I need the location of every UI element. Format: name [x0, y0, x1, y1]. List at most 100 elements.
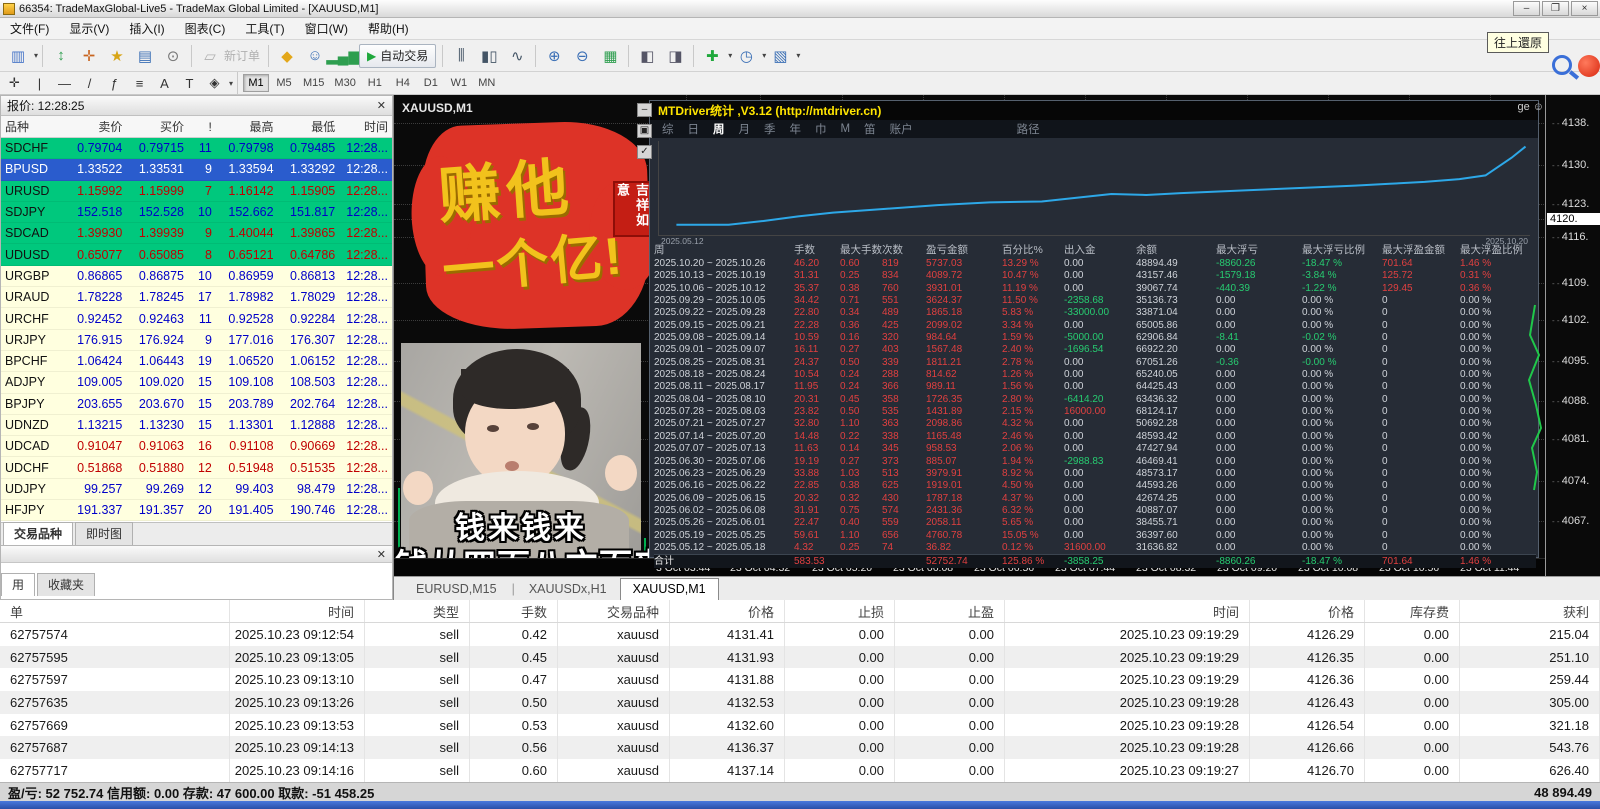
- zoom-out-icon[interactable]: ⊖: [569, 43, 595, 69]
- quote-row[interactable]: UDUSD 0.65077 0.65085 8 0.65121 0.64786 12:28.…: [1, 244, 392, 266]
- history-center-icon[interactable]: ⊙: [160, 43, 186, 69]
- add-indicator-icon[interactable]: ✚: [699, 43, 725, 69]
- menu-item-w[interactable]: 窗口(W): [295, 17, 358, 40]
- trendline-icon[interactable]: /: [78, 74, 101, 93]
- stats-row[interactable]: 2025.07.28 ~ 2025.08.03 23.82 0.50 535 1431.…: [654, 406, 1536, 418]
- timeframe-m1[interactable]: M1: [243, 74, 270, 92]
- timeframe-h4[interactable]: H4: [390, 74, 416, 92]
- timeframe-w1[interactable]: W1: [446, 74, 472, 92]
- mtdriver-tab[interactable]: 月: [739, 121, 751, 137]
- quote-row[interactable]: URJPY 176.915 176.924 9 177.016 176.307 12:28.…: [1, 329, 392, 351]
- horizontal-line-icon[interactable]: —: [53, 74, 76, 93]
- autotrade-button[interactable]: ▶ 自动交易: [359, 43, 437, 68]
- cascade-windows-icon[interactable]: ◨: [662, 43, 688, 69]
- chart-restore-button[interactable]: ▣: [637, 124, 652, 138]
- mtdriver-tab[interactable]: 日: [688, 121, 700, 137]
- quote-row[interactable]: SDCHF 0.79704 0.79715 11 0.79798 0.79485 12:28…: [1, 138, 392, 160]
- chart-tab[interactable]: EURUSD,M15: [404, 579, 509, 600]
- stats-row[interactable]: 2025.07.07 ~ 2025.07.13 11.63 0.14 345 958.5…: [654, 443, 1536, 455]
- profiles-icon[interactable]: ↕: [48, 43, 74, 69]
- timeframe-m30[interactable]: M30: [330, 74, 359, 92]
- history-row[interactable]: 62757635 2025.10.23 09:13:26 sell 0.50 xauus…: [0, 691, 1600, 714]
- timeframe-h1[interactable]: H1: [362, 74, 388, 92]
- menu-item-v[interactable]: 显示(V): [59, 17, 119, 40]
- quote-row[interactable]: URCHF 0.92452 0.92463 11 0.92528 0.92284 12:28…: [1, 308, 392, 330]
- stats-row[interactable]: 2025.06.23 ~ 2025.06.29 33.88 1.03 513 3979.…: [654, 468, 1536, 480]
- chart-minimize-button[interactable]: –: [637, 103, 652, 117]
- restore-button[interactable]: ❐: [1542, 1, 1569, 16]
- quote-row[interactable]: URAUD 1.78228 1.78245 17 1.78982 1.78029 12:28…: [1, 287, 392, 309]
- mtdriver-path-label[interactable]: 路径: [1017, 121, 1040, 137]
- history-row[interactable]: 62757574 2025.10.23 09:12:54 sell 0.42 xauus…: [0, 623, 1600, 646]
- vertical-line-icon[interactable]: |: [28, 74, 51, 93]
- add-indicator-dropdown-arrow[interactable]: ▾: [728, 51, 732, 60]
- periods-icon[interactable]: ◷: [733, 43, 759, 69]
- new-chart-dropdown-arrow[interactable]: ▾: [34, 51, 38, 60]
- history-row[interactable]: 62757717 2025.10.23 09:14:16 sell 0.60 xauus…: [0, 759, 1600, 782]
- mtdriver-tab[interactable]: 巾: [815, 121, 827, 137]
- history-row[interactable]: 62757595 2025.10.23 09:13:05 sell 0.45 xauus…: [0, 645, 1600, 669]
- data-window-icon[interactable]: ▤: [132, 43, 158, 69]
- navigator-close-icon[interactable]: ✕: [377, 548, 386, 561]
- menu-item-c[interactable]: 图表(C): [175, 17, 236, 40]
- market-watch-icon[interactable]: ★: [104, 43, 130, 69]
- stats-row[interactable]: 2025.07.21 ~ 2025.07.27 32.80 1.10 363 2098.…: [654, 418, 1536, 430]
- close-button[interactable]: ×: [1571, 1, 1598, 16]
- market-watch-tab[interactable]: 交易品种: [3, 522, 74, 545]
- navigator-tab[interactable]: 用: [1, 573, 36, 596]
- quote-row[interactable]: BPCHF 1.06424 1.06443 19 1.06520 1.06152 12:28…: [1, 350, 392, 373]
- quote-row[interactable]: UDJPY 99.257 99.269 12 99.403 98.479 12:28...: [1, 478, 392, 501]
- quote-row[interactable]: URUSD 1.15992 1.15999 7 1.16142 1.15905 12:28.…: [1, 180, 392, 202]
- channel-icon[interactable]: ≡: [128, 74, 151, 93]
- stats-row[interactable]: 2025.08.18 ~ 2025.08.24 10.54 0.24 288 814.6…: [654, 369, 1536, 381]
- mtdriver-tab[interactable]: 周: [713, 121, 725, 137]
- stats-row[interactable]: 2025.05.12 ~ 2025.05.18 4.32 0.25 74 36.82 0.…: [654, 542, 1536, 554]
- stats-row[interactable]: 2025.06.30 ~ 2025.07.06 19.19 0.27 373 885.0…: [654, 456, 1536, 468]
- stats-row[interactable]: 2025.09.22 ~ 2025.09.28 22.80 0.34 489 1865.…: [654, 307, 1536, 319]
- menu-item-f[interactable]: 文件(F): [0, 17, 59, 40]
- timeframe-m5[interactable]: M5: [271, 74, 297, 92]
- tile-windows-icon[interactable]: ▦: [597, 43, 623, 69]
- quote-row[interactable]: SDCAD 1.39930 1.39939 9 1.40044 1.39865 12:28.…: [1, 223, 392, 245]
- stats-row[interactable]: 2025.10.06 ~ 2025.10.12 35.37 0.38 760 3931.…: [654, 283, 1536, 295]
- quote-row[interactable]: UDCAD 0.91047 0.91063 16 0.91108 0.90669 12:28…: [1, 436, 392, 458]
- new-order-button[interactable]: ▱: [197, 43, 223, 69]
- stats-row[interactable]: 2025.09.01 ~ 2025.09.07 16.11 0.27 403 1567.…: [654, 344, 1536, 356]
- minimize-button[interactable]: –: [1513, 1, 1540, 16]
- shapes-icon[interactable]: ◈: [203, 74, 226, 93]
- mtdriver-tab[interactable]: 综: [662, 121, 674, 137]
- stats-row[interactable]: 2025.05.26 ~ 2025.06.01 22.47 0.40 559 2058.…: [654, 517, 1536, 529]
- cursor-crosshair-icon[interactable]: ✛: [3, 74, 26, 93]
- chart-check-button[interactable]: ✓: [637, 145, 652, 159]
- mtdriver-tab[interactable]: 季: [764, 121, 776, 137]
- quote-row[interactable]: SDJPY 152.518 152.528 10 152.662 151.817 12:28…: [1, 201, 392, 224]
- expert-advisors-icon[interactable]: ◆: [274, 43, 300, 69]
- mtdriver-tab[interactable]: 账户: [890, 121, 913, 137]
- stats-row[interactable]: 2025.08.11 ~ 2025.08.17 11.95 0.24 366 989.1…: [654, 381, 1536, 393]
- price-axis[interactable]: 4138. 4130. 4123. 4120. 4116. 4109. 4102. 4095.…: [1545, 95, 1600, 576]
- quote-row[interactable]: URGBP 0.86865 0.86875 10 0.86959 0.86813 12:28…: [1, 265, 392, 288]
- text-icon[interactable]: A: [153, 74, 176, 93]
- quote-row[interactable]: ADJPY 109.005 109.020 15 109.108 108.503 12:28…: [1, 372, 392, 394]
- quote-row[interactable]: HFJPY 191.337 191.357 20 191.405 190.746 12:28…: [1, 500, 392, 522]
- navigator-tab[interactable]: 收藏夹: [37, 573, 96, 596]
- templates-icon[interactable]: ▧: [767, 43, 793, 69]
- stats-row[interactable]: 2025.06.16 ~ 2025.06.22 22.85 0.38 625 1919.…: [654, 480, 1536, 492]
- signals-icon[interactable]: ▂▄▆: [326, 43, 360, 69]
- stats-row[interactable]: 2025.10.20 ~ 2025.10.26 46.20 0.60 819 5737.…: [654, 258, 1536, 270]
- line-chart-icon[interactable]: ∿: [504, 43, 530, 69]
- menu-item-i[interactable]: 插入(I): [119, 17, 174, 40]
- new-chart-icon[interactable]: ▥: [5, 43, 31, 69]
- candlestick-chart-icon[interactable]: ▮▯: [476, 43, 502, 69]
- stats-row[interactable]: 2025.07.14 ~ 2025.07.20 14.48 0.22 338 1165.…: [654, 431, 1536, 443]
- stats-row[interactable]: 2025.06.02 ~ 2025.06.08 31.91 0.75 574 2431.…: [654, 505, 1536, 517]
- history-row[interactable]: 62757597 2025.10.23 09:13:10 sell 0.47 xauus…: [0, 668, 1600, 692]
- chart-tab[interactable]: XAUUSDx,H1: [517, 579, 619, 600]
- stats-row[interactable]: 2025.09.15 ~ 2025.09.21 22.28 0.36 425 2099.…: [654, 320, 1536, 332]
- zoom-in-icon[interactable]: ⊕: [541, 43, 567, 69]
- chart-tab[interactable]: XAUUSD,M1: [619, 578, 719, 600]
- timeframe-mn[interactable]: MN: [474, 74, 500, 92]
- quote-row[interactable]: BPJPY 203.655 203.670 15 203.789 202.764 12:28…: [1, 393, 392, 415]
- stats-row[interactable]: 2025.06.09 ~ 2025.06.15 20.32 0.32 430 1787.…: [654, 493, 1536, 505]
- menu-item-t[interactable]: 工具(T): [235, 17, 294, 40]
